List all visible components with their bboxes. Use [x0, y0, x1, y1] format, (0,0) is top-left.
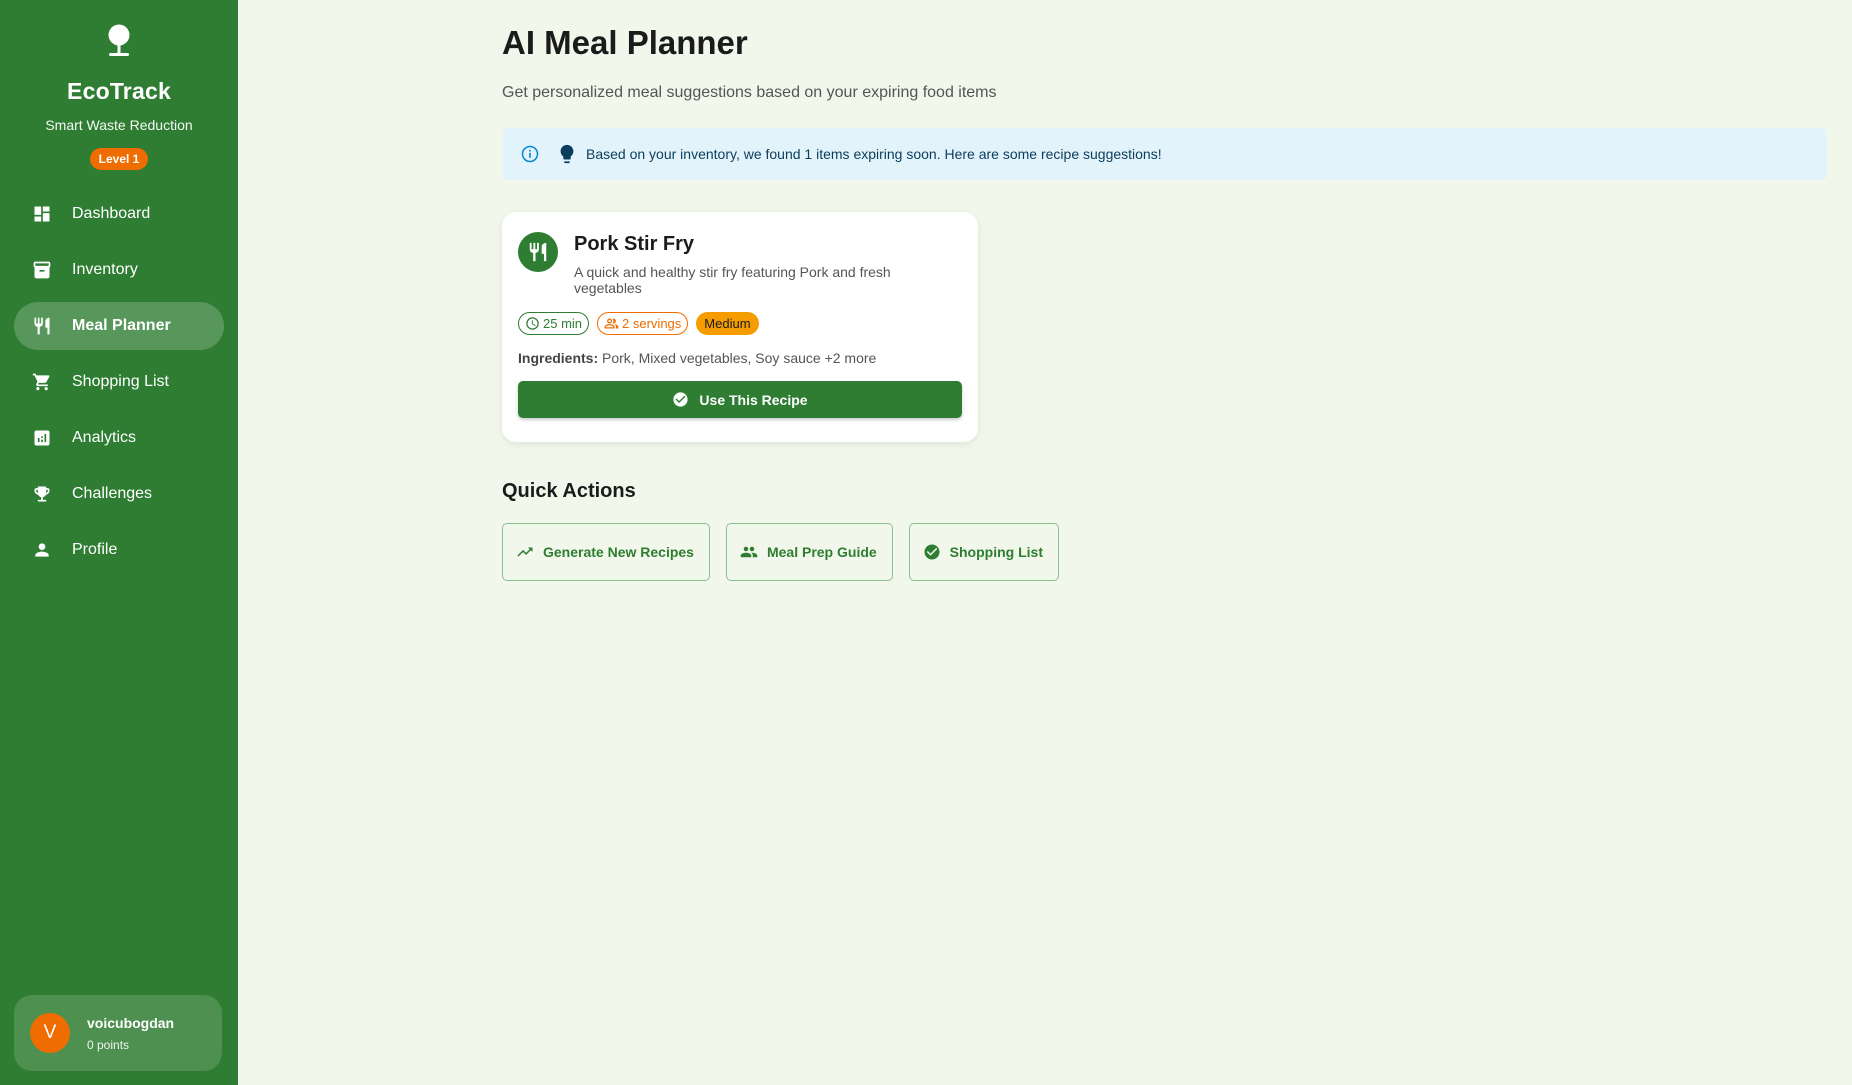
- sidebar-item-label: Analytics: [72, 429, 137, 446]
- trophy-icon: [32, 484, 52, 504]
- sidebar: EcoTrack Smart Waste Reduction Level 1 D…: [0, 0, 238, 1085]
- sidebar-item-profile[interactable]: Profile: [14, 526, 224, 574]
- sidebar-item-label: Challenges: [72, 485, 153, 502]
- sidebar-item-challenges[interactable]: Challenges: [14, 470, 224, 518]
- user-info: voicubogdan 0 points: [87, 1015, 174, 1052]
- servings-chip: 2 servings: [597, 312, 689, 335]
- sidebar-nav: Dashboard Inventory Meal Planner Shoppin…: [0, 190, 238, 574]
- meal-prep-guide-label: Meal Prep Guide: [766, 544, 877, 560]
- brand-name: EcoTrack: [67, 78, 171, 104]
- sidebar-item-shopping-list[interactable]: Shopping List: [14, 358, 224, 406]
- brand: EcoTrack Smart Waste Reduction Level 1: [0, 0, 238, 170]
- time-label: 25 min: [543, 316, 583, 331]
- user-name: voicubogdan: [87, 1014, 175, 1031]
- recipe-description: A quick and healthy stir fry featuring P…: [574, 264, 891, 296]
- sidebar-item-label: Profile: [72, 541, 118, 558]
- clock-icon: [526, 317, 539, 330]
- use-recipe-button[interactable]: Use This Recipe: [518, 381, 962, 418]
- main-content: AI Meal Planner Get personalized meal su…: [238, 0, 1852, 1085]
- sidebar-item-dashboard[interactable]: Dashboard: [14, 190, 224, 238]
- cart-icon: [32, 372, 52, 392]
- shopping-list-label: Shopping List: [949, 544, 1043, 560]
- restaurant-icon: [529, 242, 547, 262]
- recipe-avatar: [518, 232, 558, 272]
- person-icon: [32, 540, 52, 560]
- servings-label: 2 servings: [622, 316, 682, 331]
- page-subtitle: Get personalized meal suggestions based …: [502, 84, 997, 101]
- restaurant-icon: [32, 316, 52, 336]
- sidebar-item-inventory[interactable]: Inventory: [14, 246, 224, 294]
- user-card[interactable]: V voicubogdan 0 points: [14, 995, 222, 1071]
- ingredients-list: Pork, Mixed vegetables, Soy sauce +2 mor…: [602, 350, 877, 366]
- sidebar-item-meal-planner[interactable]: Meal Planner: [14, 302, 224, 350]
- recipe-card: Pork Stir Fry A quick and healthy stir f…: [502, 212, 978, 442]
- people-icon: [604, 318, 619, 329]
- dashboard-icon: [32, 204, 52, 224]
- recipe-text: Pork Stir Fry A quick and healthy stir f…: [574, 232, 962, 296]
- recipe-title: Pork Stir Fry: [574, 233, 695, 255]
- sidebar-item-label: Dashboard: [72, 205, 151, 222]
- info-banner: Based on your inventory, we found 1 item…: [502, 128, 1827, 180]
- quick-actions: Generate New Recipes Meal Prep Guide Sho…: [502, 523, 1827, 581]
- avatar: V: [30, 1013, 70, 1053]
- sidebar-item-label: Inventory: [72, 261, 138, 278]
- lightbulb-icon: [556, 143, 578, 165]
- use-recipe-label: Use This Recipe: [699, 391, 808, 408]
- people-icon: [740, 546, 758, 558]
- recipe-chips: 25 min 2 servings Medium: [518, 312, 962, 335]
- inventory-icon: [32, 260, 52, 280]
- ingredients: Ingredients: Pork, Mixed vegetables, Soy…: [518, 350, 962, 366]
- meal-prep-guide-button[interactable]: Meal Prep Guide: [725, 523, 893, 581]
- sidebar-item-analytics[interactable]: Analytics: [14, 414, 224, 462]
- info-icon: [520, 144, 540, 164]
- brand-subtitle: Smart Waste Reduction: [45, 117, 193, 133]
- banner-text: Based on your inventory, we found 1 item…: [586, 146, 1162, 162]
- page-title: AI Meal Planner: [502, 24, 748, 61]
- tree-icon: [108, 24, 130, 56]
- recipe-header: Pork Stir Fry A quick and healthy stir f…: [518, 232, 962, 296]
- trending-up-icon: [517, 547, 533, 557]
- generate-recipes-label: Generate New Recipes: [543, 544, 694, 560]
- level-badge: Level 1: [89, 148, 149, 170]
- analytics-icon: [32, 428, 52, 448]
- quick-actions-title: Quick Actions: [502, 480, 636, 502]
- sidebar-item-label: Shopping List: [72, 373, 169, 390]
- ingredients-label: Ingredients:: [518, 350, 599, 366]
- check-circle-icon: [924, 544, 940, 560]
- shopping-list-button[interactable]: Shopping List: [908, 523, 1059, 581]
- user-points: 0 points: [87, 1037, 130, 1052]
- sidebar-item-label: Meal Planner: [72, 317, 171, 334]
- difficulty-chip: Medium: [696, 312, 759, 335]
- generate-recipes-button[interactable]: Generate New Recipes: [502, 523, 710, 581]
- check-circle-icon: [673, 392, 689, 407]
- time-chip: 25 min: [518, 312, 590, 335]
